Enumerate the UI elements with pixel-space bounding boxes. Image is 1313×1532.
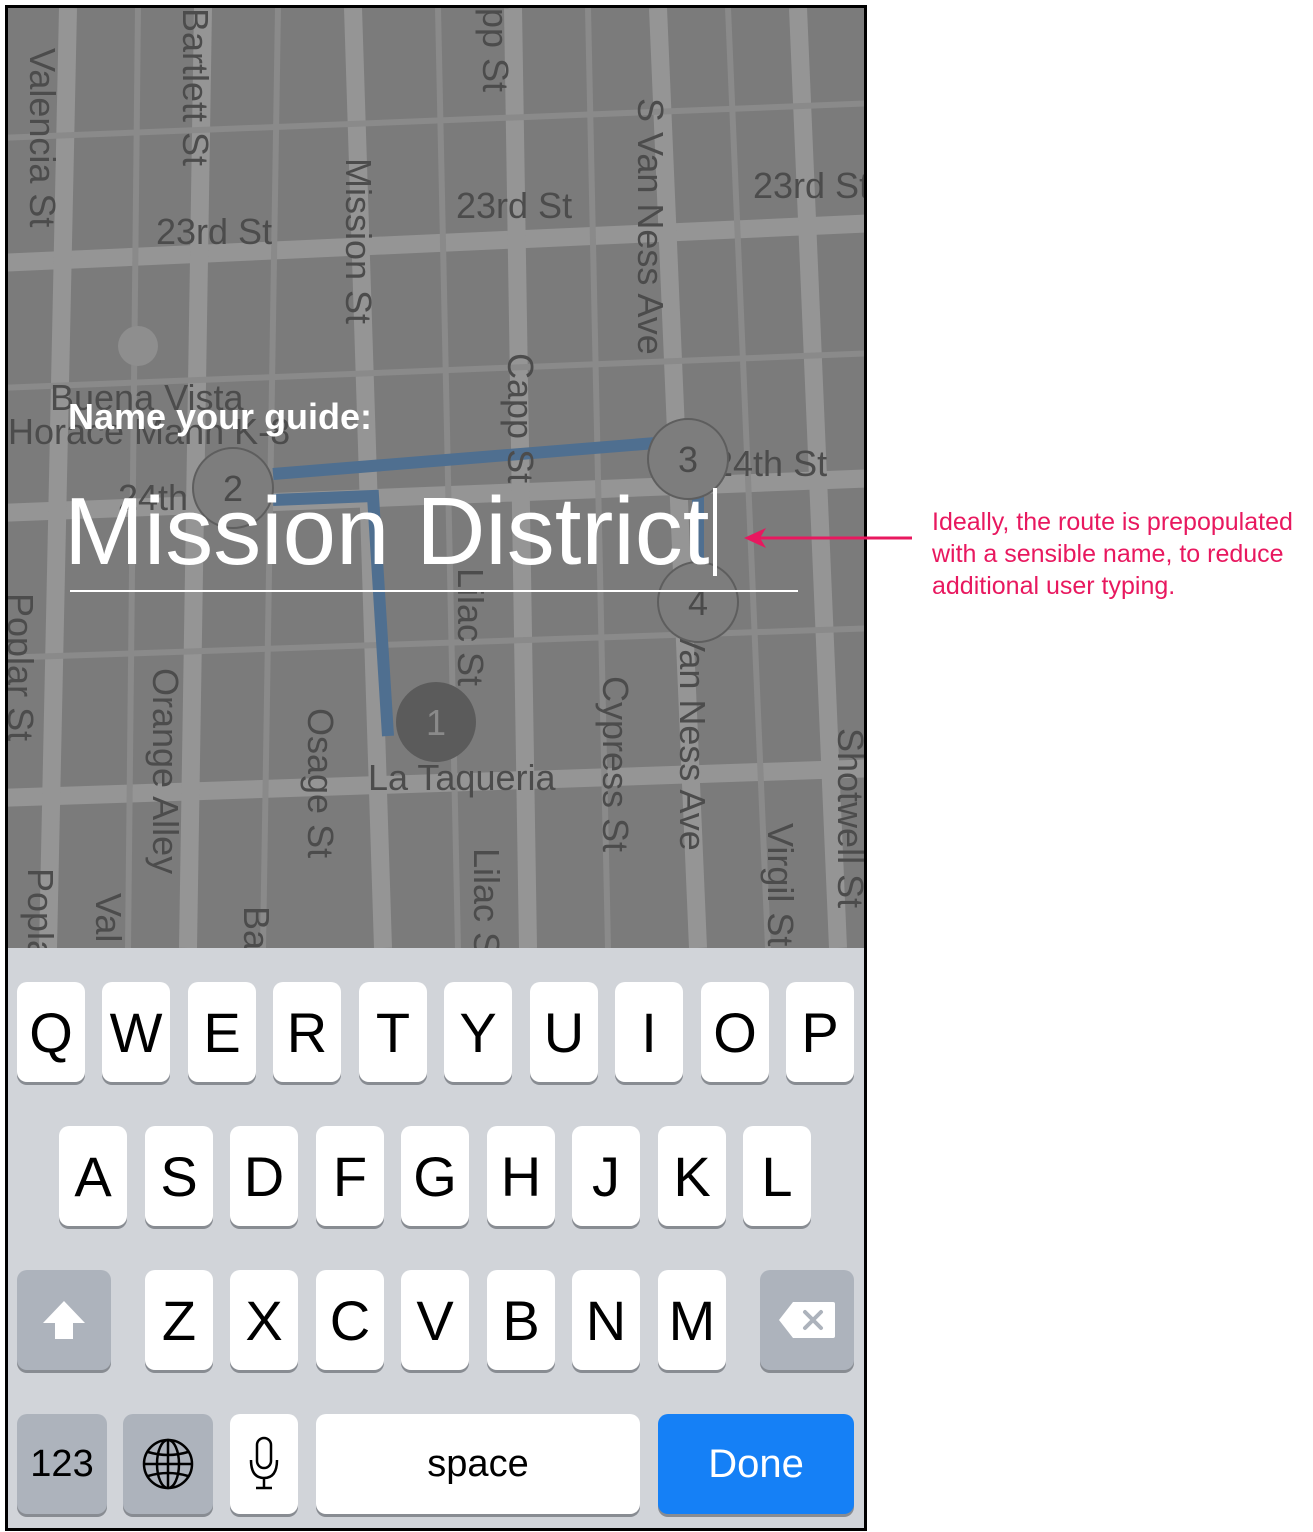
key-c[interactable]: C xyxy=(316,1270,384,1370)
delete-icon xyxy=(779,1302,835,1338)
key-s[interactable]: S xyxy=(145,1126,213,1226)
shift-key[interactable] xyxy=(17,1270,111,1370)
street-label: Cypress St xyxy=(595,676,636,852)
street-label: Orange Alley xyxy=(145,668,186,874)
street-label: Poplar St xyxy=(8,593,41,741)
street-label: Val xyxy=(88,893,129,942)
space-key[interactable]: space xyxy=(316,1414,640,1514)
guide-name-value: Mission District xyxy=(64,478,710,585)
input-underline xyxy=(70,590,798,592)
globe-key[interactable] xyxy=(123,1414,213,1514)
street-label: Van Ness Ave xyxy=(672,628,713,851)
route-marker-1[interactable]: 1 xyxy=(396,682,476,762)
marker-label: 3 xyxy=(678,439,698,480)
done-key[interactable]: Done xyxy=(658,1414,854,1514)
keyboard: Q W E R T Y U I O P A S D F G H J K L Z … xyxy=(8,948,864,1528)
school-icon xyxy=(118,326,158,366)
street-label: 23rd St xyxy=(456,185,572,226)
street-label: Shotwell St xyxy=(830,728,864,908)
street-label: Mission St xyxy=(338,158,379,324)
key-i[interactable]: I xyxy=(615,982,683,1082)
street-label: 23rd St xyxy=(156,211,272,252)
key-l[interactable]: L xyxy=(743,1126,811,1226)
key-j[interactable]: J xyxy=(572,1126,640,1226)
annotation-arrow xyxy=(744,528,912,548)
key-u[interactable]: U xyxy=(530,982,598,1082)
key-a[interactable]: A xyxy=(59,1126,127,1226)
street-label: La Taqueria xyxy=(368,757,556,798)
key-k[interactable]: K xyxy=(658,1126,726,1226)
street-label: Capp St xyxy=(500,353,541,483)
key-d[interactable]: D xyxy=(230,1126,298,1226)
annotation-note: Ideally, the route is prepopulated with … xyxy=(932,508,1293,600)
street-label: Ba xyxy=(236,906,277,948)
street-label: Lilac St xyxy=(466,848,507,948)
street-label: S Van Ness Ave xyxy=(630,98,671,355)
street-label: pp St xyxy=(475,8,516,92)
key-n[interactable]: N xyxy=(572,1270,640,1370)
key-w[interactable]: W xyxy=(102,982,170,1082)
key-t[interactable]: T xyxy=(359,982,427,1082)
text-caret xyxy=(713,488,718,576)
key-g[interactable]: G xyxy=(401,1126,469,1226)
key-f[interactable]: F xyxy=(316,1126,384,1226)
street-label: Bartlett St xyxy=(175,8,216,166)
key-p[interactable]: P xyxy=(786,982,854,1082)
street-label: 23rd St xyxy=(753,165,864,206)
key-v[interactable]: V xyxy=(401,1270,469,1370)
street-label: Virgil St xyxy=(760,823,801,946)
shift-icon xyxy=(43,1301,85,1339)
mic-icon xyxy=(249,1436,279,1490)
key-q[interactable]: Q xyxy=(17,982,85,1082)
key-b[interactable]: B xyxy=(487,1270,555,1370)
key-y[interactable]: Y xyxy=(444,982,512,1082)
key-z[interactable]: Z xyxy=(145,1270,213,1370)
key-x[interactable]: X xyxy=(230,1270,298,1370)
key-r[interactable]: R xyxy=(273,982,341,1082)
guide-name-label: Name your guide: xyxy=(68,396,373,437)
marker-label: 1 xyxy=(426,702,446,743)
map-view[interactable]: Valencia St Bartlett St 23rd St Mission … xyxy=(8,8,864,948)
globe-icon xyxy=(142,1438,194,1490)
marker-label: 4 xyxy=(688,582,708,623)
phone-screen: Valencia St Bartlett St 23rd St Mission … xyxy=(5,5,867,1531)
street-label: Osage St xyxy=(300,708,341,858)
key-m[interactable]: M xyxy=(658,1270,726,1370)
numbers-key[interactable]: 123 xyxy=(17,1414,107,1514)
key-e[interactable]: E xyxy=(188,982,256,1082)
dictation-key[interactable] xyxy=(230,1414,298,1514)
key-o[interactable]: O xyxy=(701,982,769,1082)
delete-key[interactable] xyxy=(760,1270,854,1370)
guide-name-input[interactable]: Mission District xyxy=(64,476,804,588)
street-label: Valencia St xyxy=(22,48,63,227)
key-h[interactable]: H xyxy=(487,1126,555,1226)
street-label: Popla xyxy=(20,868,61,948)
